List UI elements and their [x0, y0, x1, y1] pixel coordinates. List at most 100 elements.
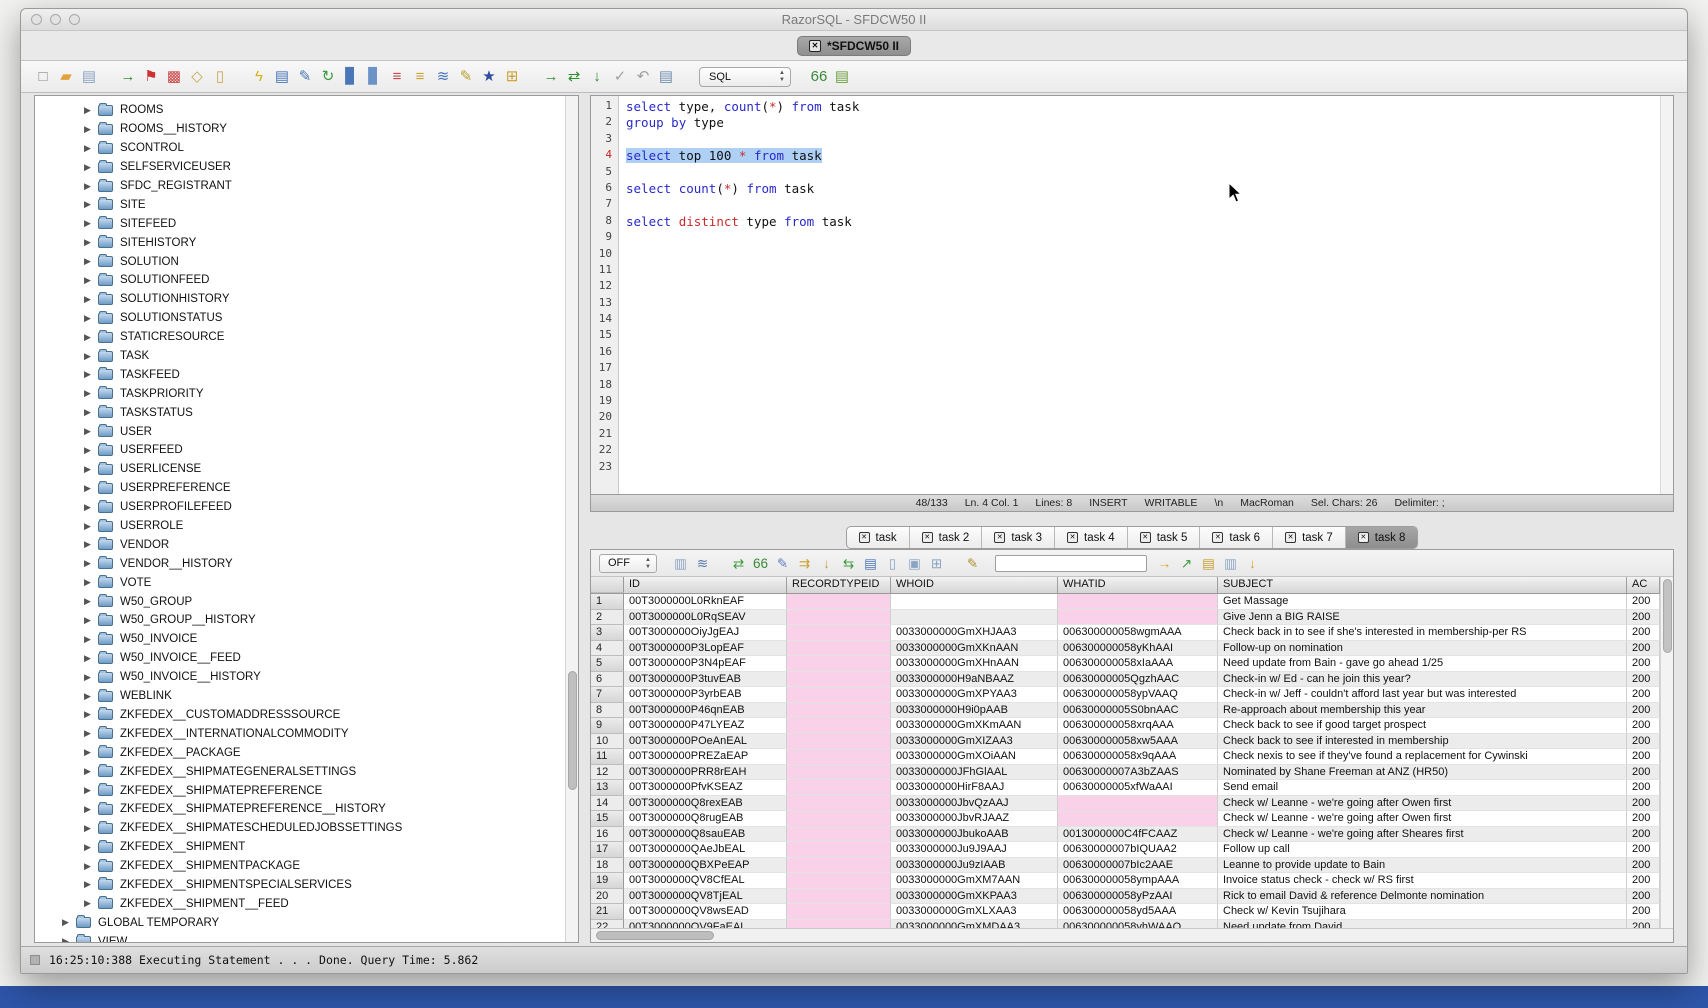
tree-item[interactable]: ▶ZKFEDEX__SHIPMATEPREFERENCE__HISTORY	[35, 800, 578, 819]
cell-subject[interactable]: Check-in w/ Ed - can he join this year?	[1218, 672, 1627, 688]
disclosure-triangle-icon[interactable]: ▶	[84, 709, 98, 720]
cell-rownum[interactable]: 2	[591, 610, 624, 626]
cell-subject[interactable]: Get Massage	[1218, 594, 1627, 610]
disclosure-triangle-icon[interactable]: ▶	[84, 483, 98, 494]
tree-item[interactable]: ▶ZKFEDEX__SHIPMATESCHEDULEDJOBSSETTINGS	[35, 819, 578, 838]
cell-ac[interactable]: 200	[1627, 827, 1660, 843]
table-row[interactable]: 1300T3000000PfvKSEAZ0033000000HirF8AAJ00…	[591, 780, 1660, 796]
cell-subject[interactable]: Check-in w/ Jeff - couldn't afford last …	[1218, 687, 1627, 703]
cell-subject[interactable]: Invoice status check - check w/ RS first	[1218, 873, 1627, 889]
cell-ac[interactable]: 200	[1627, 811, 1660, 827]
cell-whoid[interactable]: 0033000000JbvRJAAZ	[891, 811, 1058, 827]
close-tab-icon[interactable]: ✕	[1358, 532, 1369, 543]
table-row[interactable]: 100T3000000L0RknEAFGet Massage200	[591, 594, 1660, 610]
cell-ac[interactable]: 200	[1627, 858, 1660, 874]
cell-rownum[interactable]: 17	[591, 842, 624, 858]
tree-item[interactable]: ▶SCONTROL	[35, 139, 578, 158]
close-tab-icon[interactable]: ✕	[1212, 532, 1223, 543]
disconnect-db-icon[interactable]: ⚑	[141, 67, 161, 87]
new-file-icon[interactable]: □	[33, 67, 53, 87]
tree-item[interactable]: ▶W50_INVOICE	[35, 630, 578, 649]
execute-fetch-arrows-icon[interactable]: ⇄	[564, 67, 584, 87]
cell-subject[interactable]: Check w/ Leanne - we're going after Owen…	[1218, 796, 1627, 812]
tree-item[interactable]: ▶VENDOR__HISTORY	[35, 554, 578, 573]
table-row[interactable]: 2200T3000000QV9FaEAL0033000000GmXMDAA300…	[591, 920, 1660, 929]
result-tab[interactable]: ✕task 5	[1128, 527, 1201, 548]
sql-editor[interactable]: 1234567891011121314151617181920212223 se…	[590, 95, 1674, 495]
tree-item[interactable]: ▶SOLUTIONSTATUS	[35, 309, 578, 328]
favorites-star-icon[interactable]: ★	[479, 67, 499, 87]
cell-recordtypeid[interactable]	[787, 734, 891, 750]
cell-ac[interactable]: 200	[1627, 610, 1660, 626]
tree-item[interactable]: ▶SITEFEED	[35, 214, 578, 233]
table-row[interactable]: 500T3000000P3N4pEAF0033000000GmXHnAAN006…	[591, 656, 1660, 672]
cell-whoid[interactable]: 0033000000GmXHnAAN	[891, 656, 1058, 672]
document-icon[interactable]: ▯	[883, 554, 902, 573]
close-tab-icon[interactable]: ✕	[1285, 532, 1296, 543]
cell-recordtypeid[interactable]	[787, 920, 891, 929]
result-tab[interactable]: ✕task 6	[1200, 527, 1273, 548]
disclosure-triangle-icon[interactable]: ▶	[84, 804, 98, 815]
cell-whoid[interactable]: 0033000000H9i0pAAB	[891, 703, 1058, 719]
cell-id[interactable]: 00T3000000L0RqSEAV	[624, 610, 787, 626]
cell-rownum[interactable]: 10	[591, 734, 624, 750]
copy-cells-icon[interactable]: ▣	[905, 554, 924, 573]
cell-whatid[interactable]: 00630000007A3bZAAS	[1058, 765, 1218, 781]
cell-recordtypeid[interactable]	[787, 594, 891, 610]
cell-whoid[interactable]: 0033000000GmXMDAA3	[891, 920, 1058, 929]
cell-whatid[interactable]: 006300000058xrqAAA	[1058, 718, 1218, 734]
cell-subject[interactable]: Check back in to see if she's interested…	[1218, 625, 1627, 641]
tree-item[interactable]: ▶ZKFEDEX__SHIPMENTSPECIALSERVICES	[35, 876, 578, 895]
disclosure-triangle-icon[interactable]: ▶	[84, 218, 98, 229]
document-tab[interactable]: ✕ *SFDCW50 II	[797, 36, 911, 56]
cell-rownum[interactable]: 6	[591, 672, 624, 688]
tree-item[interactable]: ▶SITE	[35, 195, 578, 214]
close-tab-icon[interactable]: ✕	[994, 532, 1005, 543]
cell-recordtypeid[interactable]	[787, 904, 891, 920]
cell-whatid[interactable]: 00630000007bIQUAA2	[1058, 842, 1218, 858]
disclosure-triangle-icon[interactable]: ▶	[84, 143, 98, 154]
tree-item[interactable]: ▶W50_GROUP	[35, 592, 578, 611]
cell-ac[interactable]: 200	[1627, 780, 1660, 796]
cell-rownum[interactable]: 22	[591, 920, 624, 929]
results-vscroll-thumb[interactable]	[1663, 579, 1672, 653]
cell-ac[interactable]: 200	[1627, 656, 1660, 672]
cell-rownum[interactable]: 1	[591, 594, 624, 610]
bookmarks-book-icon[interactable]: ▊	[364, 67, 384, 87]
cell-id[interactable]: 00T3000000QV8wsEAD	[624, 904, 787, 920]
tree-item[interactable]: ▶ZKFEDEX__SHIPMENT__FEED	[35, 894, 578, 913]
cell-ac[interactable]: 200	[1627, 796, 1660, 812]
column-header-subject[interactable]: SUBJECT	[1218, 577, 1627, 593]
close-tab-icon[interactable]: ✕	[1140, 532, 1151, 543]
sql-mode-select[interactable]: SQL ▲▼	[699, 67, 791, 87]
tree-item[interactable]: ▶USER	[35, 422, 578, 441]
table-row[interactable]: 1000T3000000POeAnEAL0033000000GmXIZAA300…	[591, 734, 1660, 750]
cell-whatid[interactable]: 006300000058yKhAAI	[1058, 641, 1218, 657]
cell-whoid[interactable]: 0033000000GmXKmAAN	[891, 718, 1058, 734]
close-document-icon[interactable]: ✕	[809, 40, 821, 52]
cell-id[interactable]: 00T3000000POeAnEAL	[624, 734, 787, 750]
disclosure-triangle-icon[interactable]: ▶	[84, 313, 98, 324]
cell-whatid[interactable]	[1058, 811, 1218, 827]
insert-row-icon[interactable]: ⇉	[795, 554, 814, 573]
tree-item[interactable]: ▶USERFEED	[35, 441, 578, 460]
table-row[interactable]: 600T3000000P3tuvEAB0033000000H9aNBAAZ006…	[591, 672, 1660, 688]
cell-id[interactable]: 00T3000000P3tuvEAB	[624, 672, 787, 688]
fetch-all-arrow-icon[interactable]: ↓	[587, 67, 607, 87]
report-icon[interactable]: ▤	[1199, 554, 1218, 573]
copy-table-icon[interactable]: ⊞	[927, 554, 946, 573]
db-object-icon[interactable]: ▯	[210, 67, 230, 87]
cell-id[interactable]: 00T3000000OiyJgEAJ	[624, 625, 787, 641]
table-row[interactable]: 400T3000000P3LopEAF0033000000GmXKnAAN006…	[591, 641, 1660, 657]
find-next-icon[interactable]: →	[1155, 554, 1174, 573]
tree-item[interactable]: ▶SOLUTIONFEED	[35, 271, 578, 290]
column-header-recordtypeid[interactable]: RECORDTYPEID	[787, 577, 891, 593]
tree-item[interactable]: ▶USERROLE	[35, 517, 578, 536]
cell-ac[interactable]: 200	[1627, 672, 1660, 688]
cell-subject[interactable]: Follow up call	[1218, 842, 1627, 858]
cell-recordtypeid[interactable]	[787, 796, 891, 812]
cell-subject[interactable]: Send email	[1218, 780, 1627, 796]
cell-id[interactable]: 00T3000000L0RknEAF	[624, 594, 787, 610]
cell-rownum[interactable]: 4	[591, 641, 624, 657]
result-tab[interactable]: ✕task 7	[1273, 527, 1346, 548]
